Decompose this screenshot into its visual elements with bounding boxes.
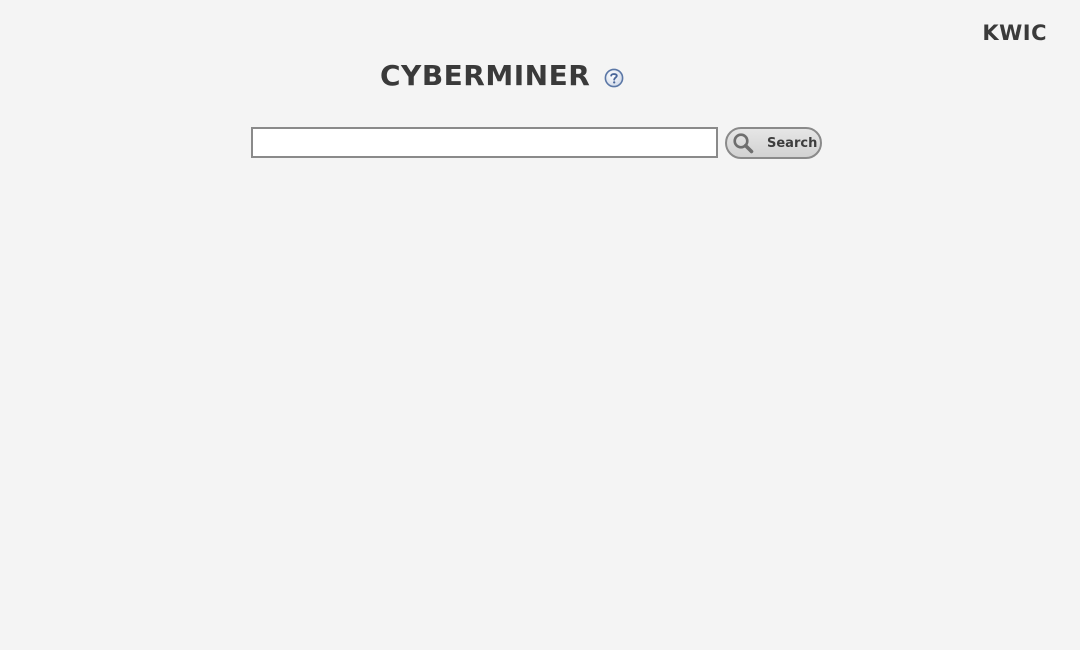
search-button[interactable]: Search: [725, 127, 822, 159]
help-icon[interactable]: [604, 68, 624, 88]
kwic-link[interactable]: KWIC: [982, 21, 1047, 45]
title-row: CYBERMINER: [380, 57, 624, 95]
search-input[interactable]: [251, 127, 718, 158]
question-circle-icon: [604, 68, 624, 88]
magnifier-icon: [731, 131, 755, 155]
search-button-label: Search: [767, 135, 818, 151]
page-title: CYBERMINER: [380, 59, 591, 92]
